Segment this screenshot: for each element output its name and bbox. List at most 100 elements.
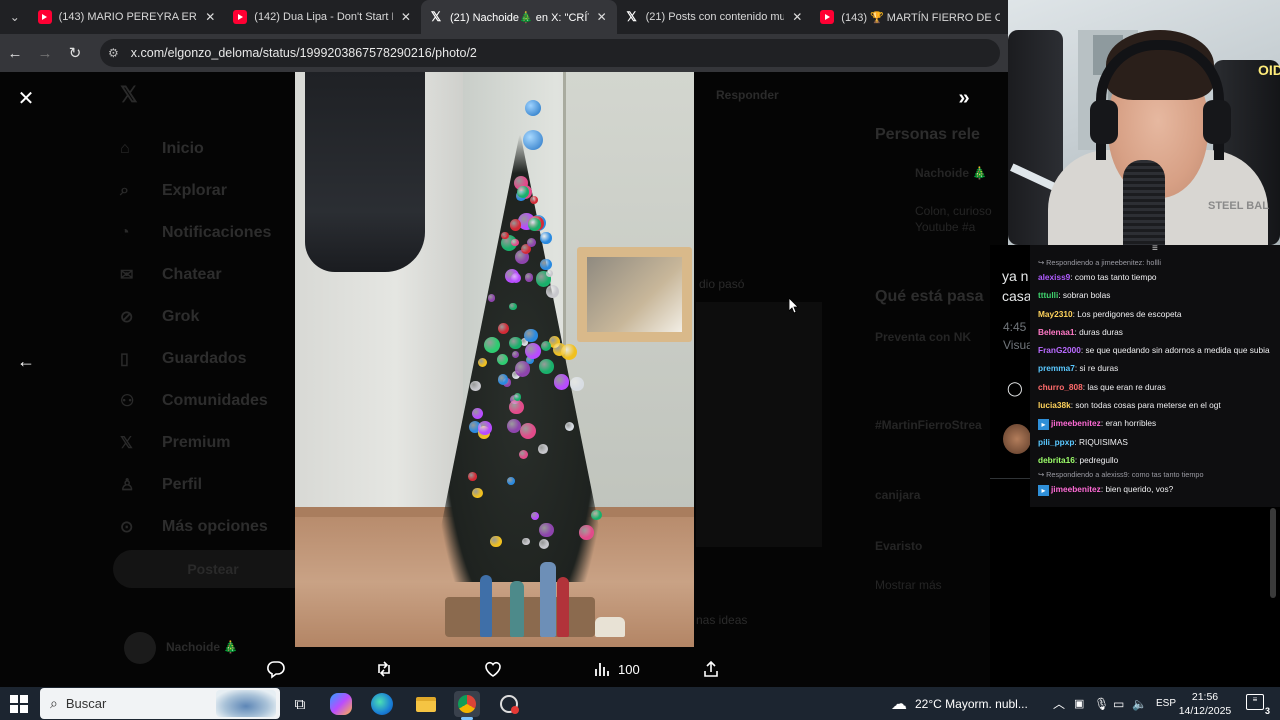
input-language[interactable]: ESP <box>1156 687 1176 720</box>
chat-username[interactable]: pili_ppxp <box>1038 437 1074 447</box>
windows-taskbar: ⌕ Buscar ⧉ ☁ 22°C Mayorm. nubl... ︿ ▣ 🎙 … <box>0 687 1280 720</box>
back-arrow-icon[interactable]: ← <box>0 34 30 72</box>
expand-panel-icon[interactable]: » <box>952 87 976 109</box>
weather-widget[interactable]: ☁ 22°C Mayorm. nubl... <box>891 687 1028 720</box>
copilot-icon[interactable] <box>330 693 352 715</box>
photo-ornament <box>525 273 534 282</box>
subscriber-badge-icon: ▸ <box>1038 484 1049 496</box>
edge-browser-icon[interactable] <box>371 693 393 715</box>
reply-label: Responder <box>716 88 779 102</box>
dimmed-media <box>696 302 822 547</box>
chat-message-list: alexiss9: como tas tanto tiempo tttulli: … <box>1038 268 1272 499</box>
chat-username[interactable]: Belenaa1 <box>1038 327 1074 337</box>
windows-start-icon[interactable] <box>10 695 28 713</box>
url-text: x.com/elgonzo_deloma/status/199920386757… <box>130 46 477 60</box>
chat-username[interactable]: lucia38k <box>1038 400 1071 410</box>
dimmed-sidebar-nav: ⌂ Inicio ⌕ Explorar ◔ Notificaciones ✉ Chate… <box>120 128 300 548</box>
chat-message: churro_808: las que eran re duras <box>1038 381 1166 392</box>
nav-item-premium: 𝕏 Premium <box>120 434 231 452</box>
obs-recording-icon[interactable] <box>496 691 522 717</box>
chat-username[interactable]: tttulli <box>1038 290 1058 300</box>
tweet-photo[interactable] <box>295 72 694 647</box>
tab-search-menu-icon[interactable]: ⌄ <box>0 0 30 34</box>
chat-message-text: las que eran re duras <box>1087 381 1166 392</box>
chat-message-text: Los perdigones de escopeta <box>1077 308 1182 319</box>
show-hidden-icons-icon[interactable]: ︿ <box>1053 687 1065 720</box>
scrollbar-thumb[interactable] <box>1270 508 1276 598</box>
chat-message: ▸ jimeebenitez: eran horribles <box>1038 414 1272 432</box>
tab-close-icon[interactable]: ✕ <box>203 10 217 24</box>
chat-message-text: sobran bolas <box>1062 290 1111 301</box>
repost-button[interactable] <box>374 654 394 684</box>
chat-username[interactable]: debrita16 <box>1038 455 1075 465</box>
chat-message-text: duras duras <box>1079 326 1123 337</box>
chat-username[interactable]: FranG2000 <box>1038 345 1081 355</box>
scrollbar[interactable] <box>1269 508 1277 678</box>
like-button[interactable] <box>483 654 503 684</box>
tab-close-icon[interactable]: ✕ <box>595 10 609 24</box>
previous-photo-arrow-icon[interactable]: ← <box>15 350 37 372</box>
browser-tab-active[interactable]: 𝕏 (21) Nachoide🎄 en X: "CRÍTICA ✕ <box>420 0 617 34</box>
photo-ornament <box>539 358 555 374</box>
network-icon[interactable]: ▭ <box>1113 687 1124 720</box>
reload-icon[interactable]: ↻ <box>60 34 90 72</box>
nav-item-home: ⌂ Inicio <box>120 140 204 157</box>
reply-button[interactable] <box>266 654 286 684</box>
tab-close-icon[interactable]: ✕ <box>399 10 413 24</box>
suggested-user: Nachoide 🎄 <box>915 166 988 180</box>
x-logo-icon: 𝕏 <box>120 435 133 452</box>
chat-username[interactable]: jimeebenitez <box>1051 418 1101 428</box>
photo-ornament <box>524 328 538 343</box>
nav-item-bookmarks: ▯ Guardados <box>120 350 247 368</box>
home-icon: ⌂ <box>120 140 130 157</box>
close-icon[interactable]: ✕ <box>15 87 37 110</box>
chat-username[interactable]: May2310 <box>1038 309 1073 319</box>
taskbar-search-box[interactable]: ⌕ Buscar <box>40 688 280 719</box>
photo-christmas-tree <box>430 132 610 582</box>
reply-icon <box>267 661 285 679</box>
taskbar-clock[interactable]: 21:56 14/12/2025 <box>1175 690 1235 718</box>
grok-icon: ⊘ <box>120 309 134 326</box>
chat-username[interactable]: churro_808 <box>1038 382 1083 392</box>
microphone-icon[interactable]: 🎙 <box>1094 687 1109 720</box>
photo-figurine <box>510 581 524 637</box>
chat-username[interactable]: premma7 <box>1038 363 1075 373</box>
file-explorer-icon[interactable] <box>413 691 439 717</box>
browser-tab[interactable]: (143) MARIO PEREYRA ERES MI ✕ <box>30 0 226 34</box>
bookmark-icon: ▯ <box>120 351 129 368</box>
views-button[interactable]: 100 <box>592 654 640 684</box>
avatar <box>1003 424 1031 454</box>
nav-item-profile: ♙ Perfil <box>120 476 203 494</box>
dimmed-text: dio pasó <box>699 277 745 291</box>
browser-tab[interactable]: 𝕏 (21) Posts con contenido multir ✕ <box>617 0 813 34</box>
x-logo-icon: 𝕏 <box>430 9 442 24</box>
chat-message-text: RIQUISIMAS <box>1079 436 1128 447</box>
photo-ornament <box>528 218 541 232</box>
browser-tab[interactable]: (143) 🏆 MARTÍN FIERRO DE CA <box>812 0 1008 34</box>
chat-username[interactable]: alexiss9 <box>1038 272 1070 282</box>
chat-message-text: si re duras <box>1079 363 1119 374</box>
who-to-follow-heading: Personas rele <box>875 126 980 143</box>
forward-arrow-icon[interactable]: → <box>30 34 60 72</box>
volume-icon[interactable]: 🔈 <box>1132 687 1147 720</box>
share-button[interactable] <box>701 654 721 684</box>
x-logo-icon: 𝕏 <box>120 82 138 107</box>
more-circle-icon: ⊙ <box>120 519 134 536</box>
meet-now-icon[interactable]: ▣ <box>1074 687 1084 720</box>
nav-item-notifications: ◔ Notificaciones <box>120 224 272 241</box>
address-bar[interactable]: ⚙ x.com/elgonzo_deloma/status/1999203867… <box>100 39 1000 67</box>
photo-figurine <box>480 575 492 637</box>
trend-item: Preventa con NK <box>875 330 972 344</box>
task-view-icon[interactable]: ⧉ <box>287 691 313 717</box>
notifications-icon[interactable]: ≡ 3 <box>1246 694 1270 716</box>
chat-username[interactable]: jimeebenitez <box>1051 484 1101 494</box>
photo-ornament <box>497 323 509 334</box>
browser-tab[interactable]: (142) Dua Lipa - Don't Start No ✕ <box>225 0 421 34</box>
photo-figurine <box>557 577 569 637</box>
photo-ornament <box>508 399 524 415</box>
browser-tab-strip: ⌄ (143) MARIO PEREYRA ERES MI ✕ (142) Du… <box>0 0 1008 34</box>
site-info-icon[interactable]: ⚙ <box>108 46 119 60</box>
bell-icon: ◔ <box>120 224 130 241</box>
tab-close-icon[interactable]: ✕ <box>790 10 804 24</box>
chrome-icon[interactable] <box>454 691 480 720</box>
